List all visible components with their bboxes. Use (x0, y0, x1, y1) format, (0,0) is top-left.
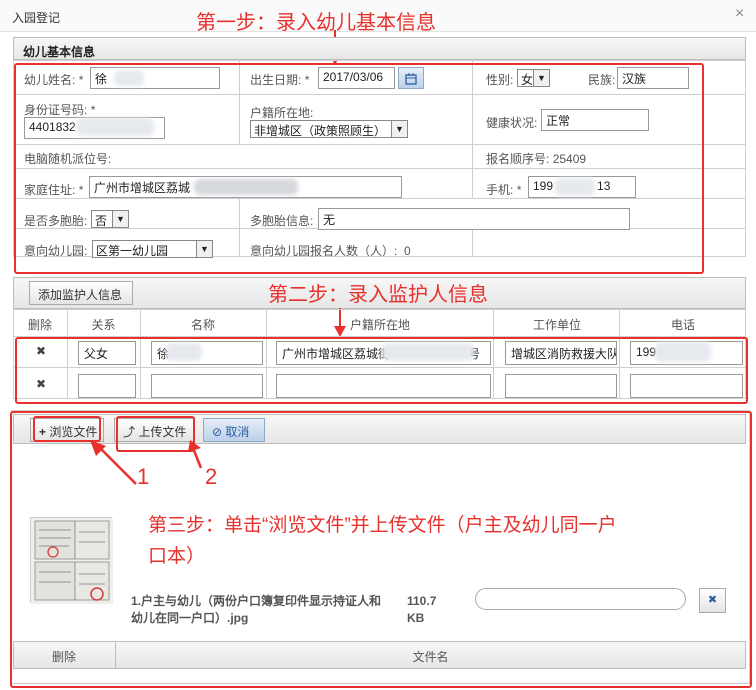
guardian-col-work: 工作单位 (532, 318, 581, 332)
step1-highlight (14, 63, 704, 274)
close-icon[interactable]: × (735, 5, 744, 23)
step2-annotation: 第二步：录入监护人信息 (268, 284, 488, 306)
child-info-title: 幼儿基本信息 (23, 45, 96, 59)
guardian-col-hukou: 户籍所在地 (349, 318, 410, 332)
step3-highlight (10, 411, 752, 688)
guardian-col-phone: 电话 (670, 318, 695, 332)
step2-highlight (15, 337, 748, 404)
guardian-col-name: 名称 (190, 318, 215, 332)
step1-annotation: 第一步：录入幼儿基本信息 (196, 12, 436, 34)
guardian-col-delete: 删除 (27, 318, 52, 332)
guardian-col-relation: 关系 (91, 318, 116, 332)
add-guardian-button[interactable]: 添加监护人信息 (29, 281, 133, 305)
child-info-header: 幼儿基本信息 (13, 37, 746, 60)
dialog-title: 入园登记 (12, 11, 61, 25)
